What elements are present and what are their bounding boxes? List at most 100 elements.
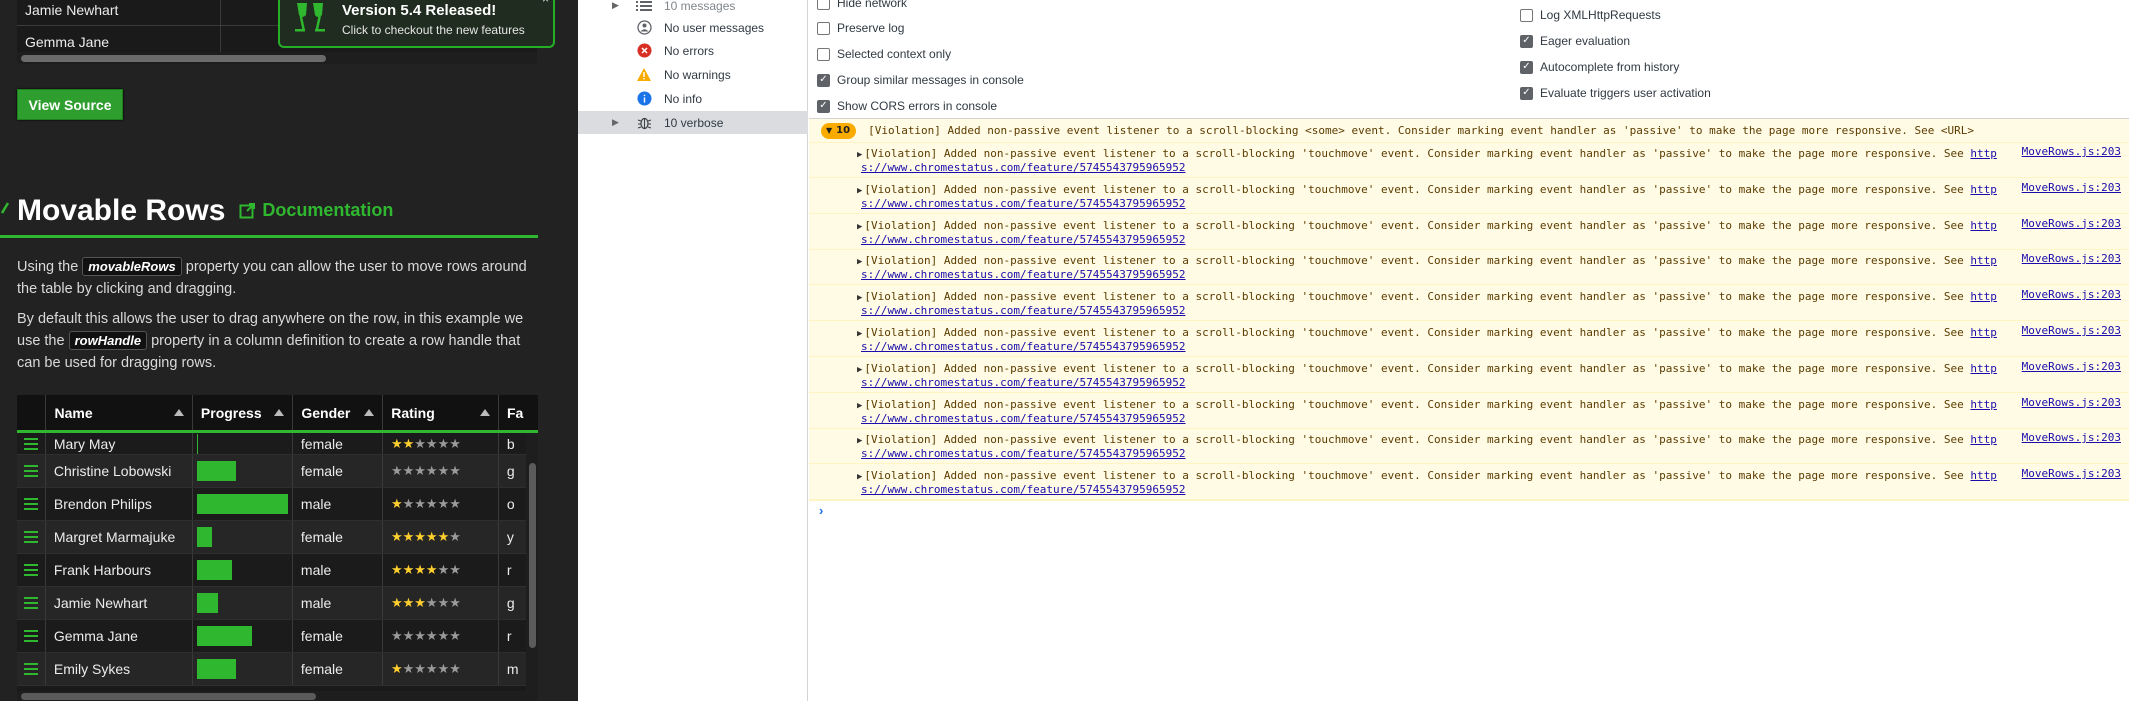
chromestatus-link[interactable]: http <box>1970 183 1997 196</box>
expand-icon[interactable]: ▶ <box>857 365 862 375</box>
star-icon[interactable]: ★ <box>414 463 426 479</box>
setting-option[interactable]: Log XMLHttpRequests <box>1520 6 1661 24</box>
table-row[interactable]: Emily Sykes female ★ ★ ★ ★ ★ ★ m <box>17 653 538 686</box>
star-icon[interactable]: ★ <box>438 529 450 545</box>
chromestatus-link[interactable]: http <box>1970 362 1997 375</box>
sidebar-item-messages[interactable]: ▶ 10 messages <box>578 0 808 17</box>
checkbox[interactable] <box>1520 8 1533 22</box>
column-header-rating[interactable]: Rating <box>383 395 499 430</box>
source-link[interactable]: MoveRows.js:203 <box>2022 181 2121 194</box>
star-icon[interactable]: ★ <box>414 562 426 578</box>
star-icon[interactable]: ★ <box>426 529 438 545</box>
column-header-gender[interactable]: Gender <box>293 395 384 430</box>
row-handle-icon[interactable] <box>17 587 46 619</box>
rating-stars[interactable]: ★ ★ ★ ★ ★ ★ <box>383 488 499 520</box>
star-icon[interactable]: ★ <box>391 436 403 452</box>
star-icon[interactable]: ★ <box>426 496 438 512</box>
chromestatus-link[interactable]: s://www.chromestatus.com/feature/5745543… <box>861 483 1186 496</box>
star-icon[interactable]: ★ <box>403 436 415 452</box>
star-icon[interactable]: ★ <box>449 562 461 578</box>
row-handle-icon[interactable] <box>17 521 46 553</box>
chromestatus-link[interactable]: s://www.chromestatus.com/feature/5745543… <box>861 376 1186 389</box>
star-icon[interactable]: ★ <box>391 529 403 545</box>
expand-icon[interactable]: ▶ <box>612 117 622 128</box>
column-header-progress[interactable]: Progress <box>193 395 294 430</box>
row-handle-icon[interactable] <box>17 433 46 454</box>
star-icon[interactable]: ★ <box>438 463 450 479</box>
source-link[interactable]: MoveRows.js:203 <box>2022 396 2121 409</box>
checkbox[interactable]: ✓ <box>1520 60 1533 74</box>
star-icon[interactable]: ★ <box>426 595 438 611</box>
expand-icon[interactable]: ▶ <box>857 401 862 411</box>
sidebar-item-verbose[interactable]: ▶ 10 verbose <box>578 111 808 134</box>
violation-message[interactable]: ▶ [Violation] Added non-passive event lis… <box>809 322 2129 357</box>
rating-stars[interactable]: ★ ★ ★ ★ ★ ★ <box>383 620 499 652</box>
chromestatus-link[interactable]: s://www.chromestatus.com/feature/5745543… <box>861 412 1186 425</box>
rating-stars[interactable]: ★ ★ ★ ★ ★ ★ <box>383 521 499 553</box>
source-link[interactable]: MoveRows.js:203 <box>2022 288 2121 301</box>
violation-message[interactable]: ▶ [Violation] Added non-passive event lis… <box>809 215 2129 250</box>
rating-stars[interactable]: ★ ★ ★ ★ ★ ★ <box>383 455 499 487</box>
expand-icon[interactable]: ▶ <box>857 257 862 267</box>
rating-stars[interactable]: ★ ★ ★ ★ ★ ★ <box>383 433 499 454</box>
setting-option[interactable]: ✓ Show CORS errors in console <box>817 97 997 115</box>
setting-option[interactable]: Selected context only <box>817 45 951 63</box>
star-icon[interactable]: ★ <box>414 661 426 677</box>
chromestatus-link[interactable]: http <box>1970 326 1997 339</box>
source-link[interactable]: MoveRows.js:203 <box>2022 217 2121 230</box>
scrollbar-thumb[interactable] <box>529 463 536 648</box>
table-row[interactable]: Gemma Jane female ★ ★ ★ ★ ★ ★ r <box>17 620 538 653</box>
close-icon[interactable]: × <box>542 0 549 6</box>
expand-icon[interactable]: ▶ <box>857 329 862 339</box>
chromestatus-link[interactable]: s://www.chromestatus.com/feature/5745543… <box>861 161 1186 174</box>
table-row[interactable]: Brendon Philips male ★ ★ ★ ★ ★ ★ o <box>17 488 538 521</box>
violation-message[interactable]: ▶ [Violation] Added non-passive event lis… <box>809 465 2129 501</box>
violation-message[interactable]: ▶ [Violation] Added non-passive event lis… <box>809 179 2129 214</box>
source-link[interactable]: MoveRows.js:203 <box>2022 324 2121 337</box>
star-icon[interactable]: ★ <box>403 529 415 545</box>
row-handle-icon[interactable] <box>17 488 46 520</box>
chromestatus-link[interactable]: s://www.chromestatus.com/feature/5745543… <box>861 268 1186 281</box>
violation-message[interactable]: ▶ [Violation] Added non-passive event lis… <box>809 143 2129 178</box>
table-row[interactable]: Margret Marmajuke female ★ ★ ★ ★ ★ ★ y <box>17 521 538 554</box>
release-popup[interactable]: Version 5.4 Released! Click to checkout … <box>278 0 555 48</box>
rating-stars[interactable]: ★ ★ ★ ★ ★ ★ <box>383 554 499 586</box>
rating-stars[interactable]: ★ ★ ★ ★ ★ ★ <box>383 653 499 685</box>
checkbox[interactable]: ✓ <box>817 99 830 113</box>
table-row[interactable]: Jamie Newhart male ★ ★ ★ ★ ★ ★ g <box>17 587 538 620</box>
star-icon[interactable]: ★ <box>391 496 403 512</box>
scrollbar-thumb[interactable] <box>21 55 326 62</box>
violation-group-header[interactable]: ▼ 10 [Violation] Added non-passive event … <box>809 119 2129 143</box>
star-icon[interactable]: ★ <box>426 463 438 479</box>
star-icon[interactable]: ★ <box>391 595 403 611</box>
chromestatus-link[interactable]: http <box>1970 219 1997 232</box>
chromestatus-link[interactable]: http <box>1970 469 1997 482</box>
star-icon[interactable]: ★ <box>449 595 461 611</box>
row-handle-icon[interactable] <box>17 653 46 685</box>
checkbox[interactable]: ✓ <box>817 73 830 87</box>
star-icon[interactable]: ★ <box>438 595 450 611</box>
chromestatus-link[interactable]: s://www.chromestatus.com/feature/5745543… <box>861 197 1186 210</box>
checkbox[interactable]: ✓ <box>1520 34 1533 48</box>
source-link[interactable]: MoveRows.js:203 <box>2022 252 2121 265</box>
star-icon[interactable]: ★ <box>414 595 426 611</box>
star-icon[interactable]: ★ <box>391 628 403 644</box>
star-icon[interactable]: ★ <box>403 562 415 578</box>
row-handle-icon[interactable] <box>17 620 46 652</box>
star-icon[interactable]: ★ <box>438 436 450 452</box>
star-icon[interactable]: ★ <box>438 661 450 677</box>
expand-icon[interactable]: ▶ <box>612 0 622 11</box>
chromestatus-link[interactable]: http <box>1970 147 1997 160</box>
source-link[interactable]: MoveRows.js:203 <box>2022 431 2121 444</box>
chromestatus-link[interactable]: s://www.chromestatus.com/feature/5745543… <box>861 447 1186 460</box>
checkbox[interactable]: ✓ <box>1520 86 1533 100</box>
star-icon[interactable]: ★ <box>403 595 415 611</box>
star-icon[interactable]: ★ <box>426 661 438 677</box>
star-icon[interactable]: ★ <box>403 661 415 677</box>
star-icon[interactable]: ★ <box>403 496 415 512</box>
star-icon[interactable]: ★ <box>438 628 450 644</box>
expand-icon[interactable]: ▶ <box>857 222 862 232</box>
console-prompt[interactable]: › <box>819 503 823 518</box>
star-icon[interactable]: ★ <box>438 562 450 578</box>
violation-message[interactable]: ▶ [Violation] Added non-passive event lis… <box>809 358 2129 393</box>
